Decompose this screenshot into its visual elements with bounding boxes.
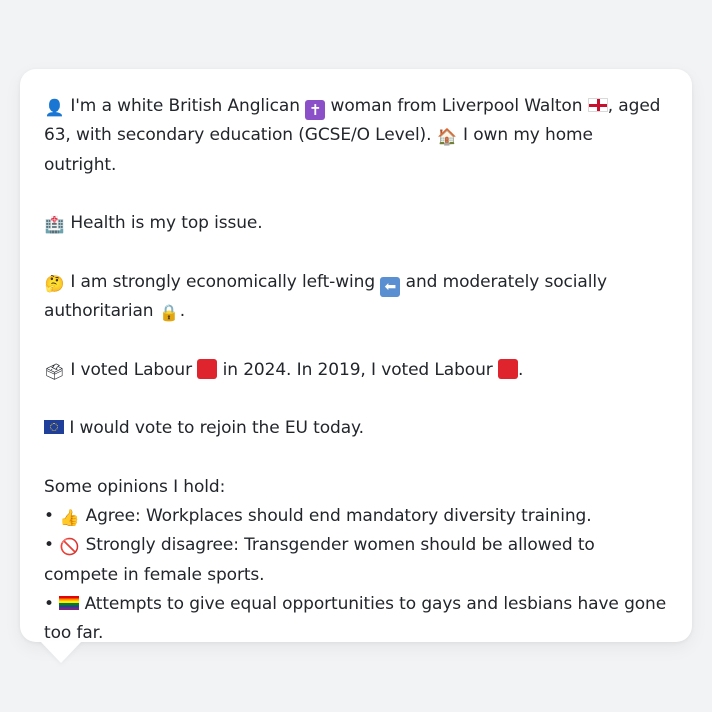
house-icon: 🏠 (437, 127, 458, 147)
prohibited-icon: 🚫 (59, 537, 80, 557)
bullet: • (44, 535, 54, 556)
voting-text-a: I voted Labour (70, 359, 192, 380)
eu-flag-icon (44, 420, 64, 435)
voting-paragraph: 🗳 I voted Labour in 2024. In 2019, I vot… (44, 356, 668, 385)
hospital-icon: 🏥 (44, 215, 65, 235)
left-arrow-icon: ⬅ (380, 276, 401, 297)
opinion-text: Attempts to give equal opportunities to … (44, 594, 667, 644)
top-issue-paragraph: 🏥 Health is my top issue. (44, 209, 668, 238)
eu-text: I would vote to rejoin the EU today. (69, 418, 364, 439)
persona-message-bubble: 👤 I'm a white British Anglican ✝ woman f… (20, 69, 692, 643)
opinion-item: • 👍 Agree: Workplaces should end mandato… (44, 502, 668, 531)
identity-paragraph: 👤 I'm a white British Anglican ✝ woman f… (44, 92, 668, 180)
labour-red-square-icon (498, 358, 518, 379)
identity-text-a: I'm a white British Anglican (70, 96, 300, 116)
opinion-text: Agree: Workplaces should end mandatory d… (85, 506, 592, 527)
england-flag-icon (587, 98, 608, 112)
ideology-paragraph: 🤔 I am strongly economically left-wing ⬅… (44, 268, 668, 327)
opinions-heading: Some opinions I hold: (44, 476, 226, 497)
bullet: • (44, 594, 54, 615)
labour-red-square-icon (197, 358, 218, 379)
latin-cross-icon: ✝ (305, 100, 326, 120)
opinion-item: • 🚫 Strongly disagree: Transgender women… (44, 531, 668, 590)
lock-icon: 🔒 (159, 303, 180, 323)
bubble-tail (40, 641, 82, 663)
ideology-text-c: . (179, 301, 186, 322)
person-icon: 👤 (44, 98, 65, 117)
thinking-face-icon: 🤔 (44, 273, 65, 293)
thumbs-up-icon: 👍 (59, 508, 80, 528)
persona-text: 👤 I'm a white British Anglican ✝ woman f… (44, 92, 668, 649)
voting-text-b: in 2024. In 2019, I voted Labour (222, 359, 493, 380)
voting-text-c: . (518, 359, 524, 380)
rainbow-flag-icon (59, 596, 80, 611)
identity-text-b: woman from Liverpool Walton (330, 96, 583, 116)
opinion-item: • Attempts to give equal opportunities t… (44, 590, 668, 649)
ideology-text-a: I am strongly economically left-wing (70, 271, 376, 292)
eu-paragraph: I would vote to rejoin the EU today. (44, 414, 668, 443)
top-issue-text: Health is my top issue. (70, 213, 263, 234)
ballot-box-icon: 🗳 (44, 361, 65, 381)
bullet: • (44, 506, 54, 527)
opinion-text: Strongly disagree: Transgender women sho… (44, 535, 595, 585)
